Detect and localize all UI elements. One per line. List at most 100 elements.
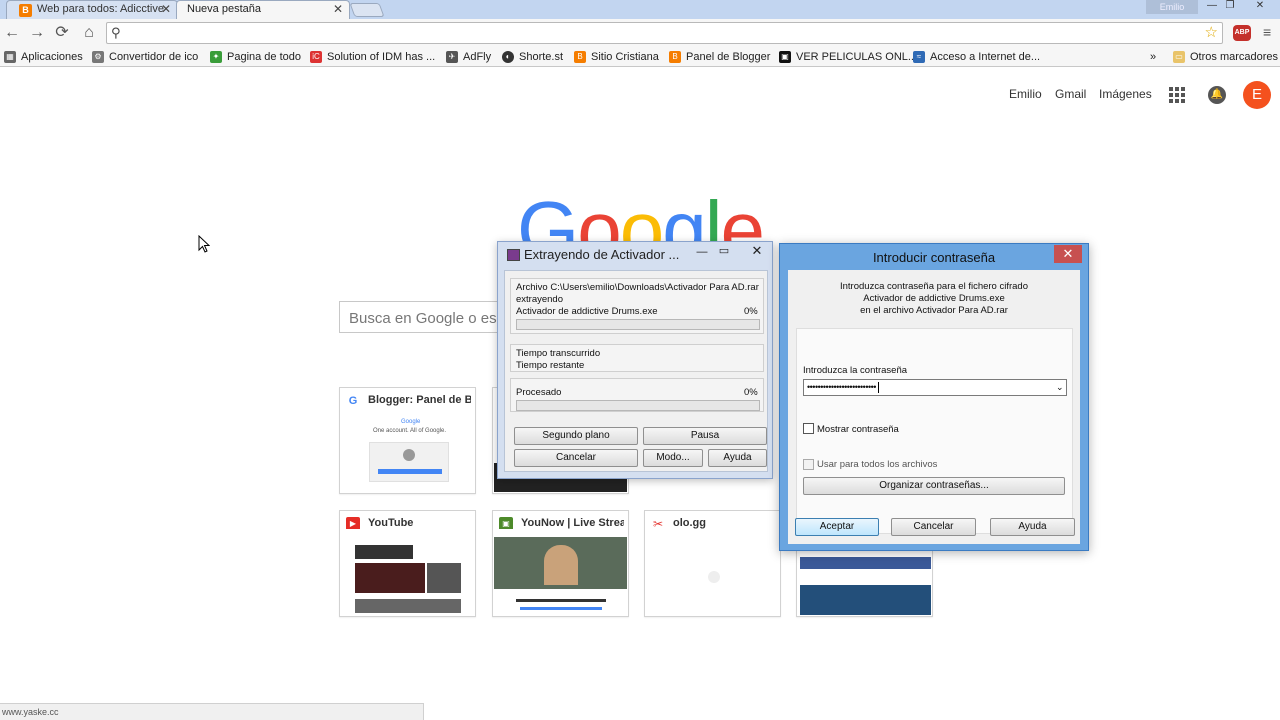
bookmark-acceso-internet[interactable]: ≈ Acceso a Internet de...: [913, 49, 1040, 65]
bookmark-aplicaciones[interactable]: ▦ Aplicaciones: [4, 49, 83, 65]
close-icon[interactable]: ✕: [1054, 245, 1082, 263]
file-group: Archivo C:\Users\emilio\Downloads\Activa…: [510, 278, 764, 334]
forward-arrow-icon[interactable]: →: [27, 23, 47, 43]
close-tab-icon[interactable]: ✕: [333, 2, 343, 16]
blogger-icon: B: [574, 51, 586, 63]
tile-thumbnail: Google One account. All of Google.: [341, 414, 474, 492]
google-search-input[interactable]: Busca en Google o esc: [339, 301, 499, 333]
tile-thumbnail: [341, 537, 474, 615]
bookmark-otros-marcadores[interactable]: ▭ Otros marcadores: [1173, 49, 1278, 65]
tile-thumbnail: [646, 537, 779, 615]
link-emilio[interactable]: Emilio: [1009, 87, 1042, 101]
extraction-body: Archivo C:\Users\emilio\Downloads\Activa…: [504, 270, 768, 472]
processed-progress-bar: [516, 400, 760, 411]
pause-button[interactable]: Pausa: [643, 427, 767, 445]
film-icon: ▣: [779, 51, 791, 63]
bookmark-idm[interactable]: iC Solution of IDM has ...: [310, 49, 435, 65]
tab-nueva-pestana[interactable]: Nueva pestaña ✕: [176, 0, 350, 19]
bookmark-label: Solution of IDM has ...: [327, 51, 436, 63]
archive-path: Archivo C:\Users\emilio\Downloads\Activa…: [516, 282, 759, 293]
new-tab-button[interactable]: [349, 3, 385, 17]
tile-title-wrap: ▣ YouNow | Live Stream: [499, 517, 624, 529]
use-for-all-label[interactable]: Usar para todos los archivos: [817, 459, 937, 470]
message-line: Introduzca contraseña para el fichero ci…: [840, 281, 1028, 292]
winrar-icon: [507, 249, 520, 261]
tile-thumbnail: [494, 537, 627, 615]
organize-passwords-button[interactable]: Organizar contraseñas...: [803, 477, 1065, 495]
scissors-icon: ✂: [651, 517, 665, 529]
show-password-checkbox[interactable]: [803, 423, 814, 434]
bookmark-ver-peliculas[interactable]: ▣ VER PELICULAS ONL...: [779, 49, 917, 65]
use-for-all-checkbox[interactable]: [803, 459, 814, 470]
tab-title: Web para todos: Adicctive: [37, 3, 164, 15]
show-password-label[interactable]: Mostrar contraseña: [817, 424, 899, 435]
back-arrow-icon[interactable]: ←: [2, 23, 22, 43]
close-window-icon[interactable]: ✕: [1250, 0, 1270, 14]
tile-olo-gg[interactable]: ✂ olo.gg: [644, 510, 781, 617]
gear-icon: ⚙: [92, 51, 104, 63]
help-extract-button[interactable]: Ayuda: [708, 449, 767, 467]
figure-icon: ✦: [210, 51, 222, 63]
link-gmail[interactable]: Gmail: [1055, 87, 1086, 101]
adblock-plus-icon[interactable]: ABP: [1233, 25, 1251, 41]
current-file: Activador de addictive Drums.exe: [516, 306, 658, 317]
time-group: Tiempo transcurrido Tiempo restante: [510, 344, 764, 372]
extraction-dialog: Extrayendo de Activador ... — ▭ ✕ Archiv…: [497, 241, 773, 479]
reload-icon[interactable]: ⟳: [52, 23, 72, 43]
maximize-icon[interactable]: ▭: [718, 244, 730, 257]
password-body: Introduzca contraseña para el fichero ci…: [788, 270, 1080, 544]
address-bar[interactable]: ⚲ ☆: [106, 22, 1223, 44]
close-tab-icon[interactable]: ✕: [161, 2, 171, 16]
file-progress-bar: [516, 319, 760, 330]
ok-button[interactable]: Aceptar: [795, 518, 879, 536]
bookmark-convertidor[interactable]: ⚙ Convertidor de ico: [92, 49, 198, 65]
bookmark-shortest[interactable]: ◐ Shorte.st: [502, 49, 563, 65]
password-input[interactable]: •••••••••••••••••••••••••• ⌄: [803, 379, 1067, 396]
tile-blogger[interactable]: G Blogger: Panel de Blo Google One accou…: [339, 387, 476, 494]
google-icon: G: [346, 394, 360, 406]
restore-icon[interactable]: ❐: [1222, 0, 1238, 14]
chevron-down-icon[interactable]: ⌄: [1056, 380, 1064, 395]
link-imagenes[interactable]: Imágenes: [1099, 87, 1152, 101]
tile-title-wrap: ▶ YouTube: [346, 517, 471, 529]
menu-icon[interactable]: ≡: [1263, 24, 1271, 40]
search-icon: ⚲: [111, 25, 121, 40]
bookmark-pagina-de-todo[interactable]: ✦ Pagina de todo: [210, 49, 301, 65]
message-line: Activador de addictive Drums.exe: [863, 293, 1005, 304]
google-apps-icon[interactable]: [1169, 87, 1185, 103]
bookmark-star-icon[interactable]: ☆: [1205, 23, 1218, 41]
masked-password: ••••••••••••••••••••••••••: [807, 382, 876, 392]
password-dialog: Introducir contraseña ✕ Introduzca contr…: [779, 243, 1089, 551]
tab-strip: B Web para todos: Adicctive ✕ Nueva pest…: [0, 0, 1280, 19]
help-button[interactable]: Ayuda: [990, 518, 1075, 536]
window-user-badge[interactable]: Emilio: [1146, 0, 1198, 14]
avatar[interactable]: E: [1243, 81, 1271, 109]
minimize-icon[interactable]: —: [1204, 0, 1220, 14]
close-icon[interactable]: ✕: [748, 243, 766, 259]
cancel-button[interactable]: Cancelar: [891, 518, 976, 536]
bookmark-label: Pagina de todo: [227, 51, 302, 63]
youtube-icon: ▶: [346, 517, 360, 529]
mode-button[interactable]: Modo...: [643, 449, 703, 467]
minimize-icon[interactable]: —: [696, 246, 708, 258]
bookmark-adfly[interactable]: ✈ AdFly: [446, 49, 491, 65]
tile-younow[interactable]: ▣ YouNow | Live Stream: [492, 510, 629, 617]
processed-label: Procesado: [516, 387, 562, 398]
notifications-bell-icon[interactable]: 🔔: [1208, 86, 1226, 104]
bookmark-label: Panel de Blogger: [686, 51, 771, 63]
bookmark-panel-blogger[interactable]: B Panel de Blogger: [669, 49, 770, 65]
bookmark-label: Acceso a Internet de...: [930, 51, 1041, 63]
tab-web-para-todos[interactable]: B Web para todos: Adicctive ✕: [6, 0, 178, 19]
mouse-cursor-icon: [198, 235, 210, 253]
home-icon[interactable]: ⌂: [79, 23, 99, 43]
bookmarks-overflow-icon[interactable]: »: [1150, 49, 1156, 65]
background-button[interactable]: Segundo plano: [514, 427, 638, 445]
status-bubble: www.yaske.cc: [0, 703, 424, 720]
tile-thumbnail: [798, 553, 931, 615]
bookmark-sitio-cristiana[interactable]: B Sitio Cristiana: [574, 49, 659, 65]
file-percent: 0%: [744, 306, 758, 317]
text-caret: [877, 382, 879, 394]
tile-youtube[interactable]: ▶ YouTube: [339, 510, 476, 617]
thumb-logo-text: Google: [401, 419, 421, 425]
cancel-extract-button[interactable]: Cancelar: [514, 449, 638, 467]
